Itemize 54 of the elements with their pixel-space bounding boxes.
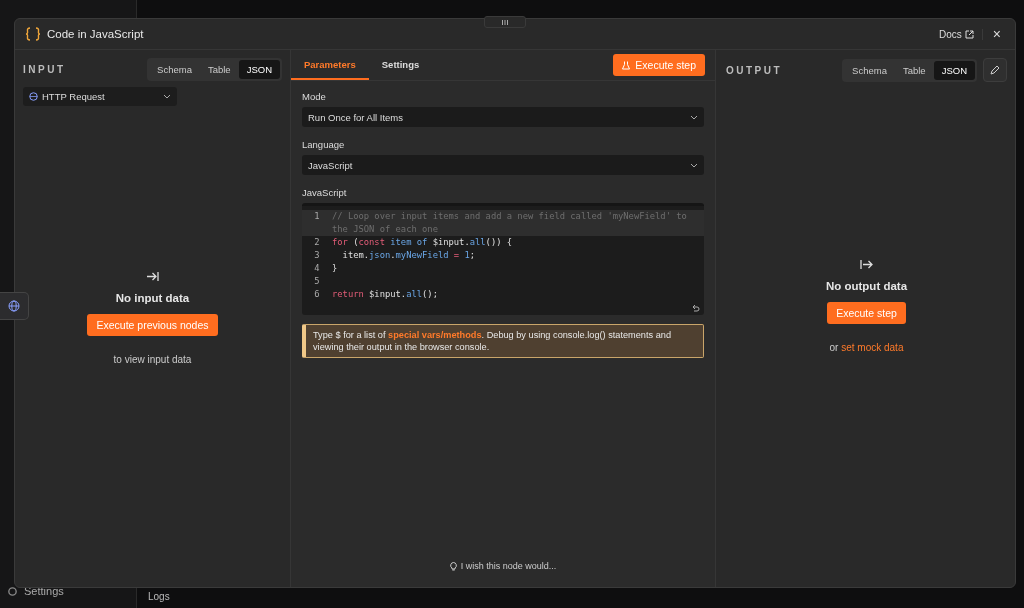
undo-icon[interactable] (691, 304, 700, 313)
empty-state-hint: to view input data (113, 353, 192, 365)
globe-icon (29, 92, 38, 101)
feedback-link[interactable]: I wish this node would... (449, 561, 557, 587)
window-title: Code in JavaScript (47, 28, 144, 40)
logs-label[interactable]: Logs (148, 591, 170, 602)
special-vars-link[interactable]: special vars/methods (388, 330, 482, 340)
chevron-down-icon (163, 94, 171, 99)
lightbulb-icon (449, 561, 457, 571)
code-line: for (const item of $input.all()) { (332, 236, 514, 249)
code-line: } (332, 262, 339, 275)
source-dropdown[interactable]: HTTP Request (23, 87, 177, 106)
mock-data-link[interactable]: set mock data (841, 341, 904, 353)
notice-text: Type $ for a list of special vars/methods. Debug by using console.log() statements and viewing their output in the browser console. (302, 324, 704, 358)
field-label: Mode (302, 91, 327, 102)
empty-state-title: No output data (825, 279, 908, 292)
line-number: 4 (313, 262, 321, 275)
settings-tab[interactable]: Settings (368, 50, 433, 80)
edit-button[interactable] (983, 58, 1007, 82)
line-number: 5 (313, 275, 321, 288)
globe-icon[interactable] (0, 292, 29, 320)
code-line: item.json.myNewField = 1; (341, 249, 476, 262)
field-label: Language (302, 139, 346, 150)
settings-tab[interactable]: Parameters (291, 50, 369, 80)
flask-icon (622, 60, 631, 70)
docs-link[interactable]: Docs (939, 28, 983, 40)
sidebar-item[interactable]: Settings (24, 585, 64, 597)
drag-handle[interactable] (484, 16, 526, 28)
view-tab[interactable]: JSON (933, 60, 975, 80)
empty-state-hint: or set mock data (829, 341, 904, 353)
chevron-down-icon (690, 114, 698, 120)
select-field[interactable]: JavaScript (302, 155, 704, 175)
line-number: 1 (313, 210, 321, 223)
view-tab[interactable]: Table (199, 60, 239, 79)
empty-state-title: No input data (115, 291, 190, 304)
line-number: 6 (313, 288, 321, 301)
external-link-icon (964, 29, 974, 39)
braces-icon (25, 27, 41, 41)
close-button[interactable]: × (988, 26, 1005, 42)
select-field[interactable]: Run Once for All Items (302, 107, 704, 127)
code-line: return $input.all(); (332, 288, 439, 301)
line-number: 3 (313, 249, 321, 262)
arrow-to-bar-icon (146, 270, 159, 282)
view-tab[interactable]: Schema (844, 60, 895, 80)
view-tab[interactable]: Schema (149, 60, 200, 79)
panel-title: INPUT (23, 64, 66, 75)
field-label: JavaScript (302, 187, 348, 198)
view-tab[interactable]: JSON (238, 60, 280, 79)
line-number: 2 (313, 236, 321, 249)
pencil-icon (990, 65, 1000, 75)
arrow-to-bar-icon (860, 258, 873, 270)
view-tab[interactable]: Table (894, 60, 934, 80)
panel-title: OUTPUT (726, 64, 783, 76)
chevron-down-icon (690, 162, 698, 168)
